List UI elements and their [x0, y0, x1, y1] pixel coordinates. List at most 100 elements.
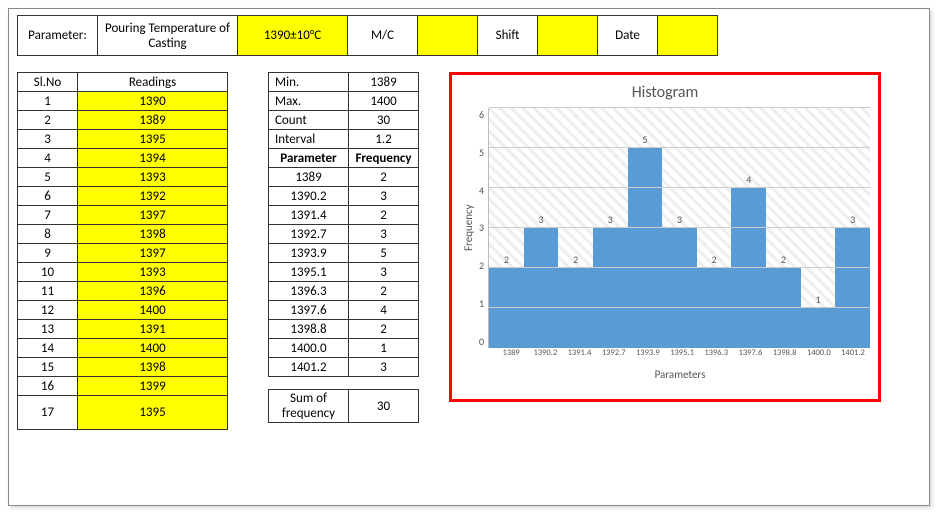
min-label: Min. [269, 73, 349, 92]
shift-value[interactable] [538, 16, 598, 56]
readings-header-slno: Sl.No [18, 73, 78, 92]
bin-freq: 3 [349, 263, 419, 282]
sum-value: 30 [349, 390, 419, 423]
date-label: Date [598, 16, 658, 56]
bin-param: 1390.2 [269, 187, 349, 206]
reading-slno: 6 [18, 187, 78, 206]
readings-table: Sl.No Readings 1139021389313954139451393… [17, 72, 228, 430]
stats-table: Min.1389 Max.1400 Count30 Interval1.2 Pa… [268, 72, 419, 377]
bin-param: 1400.0 [269, 339, 349, 358]
reading-slno: 5 [18, 168, 78, 187]
max-value: 1400 [349, 92, 419, 111]
chart-xtick: 1391.4 [562, 348, 596, 358]
chart-bar: 3 [593, 108, 628, 348]
shift-label: Shift [478, 16, 538, 56]
reading-value[interactable]: 1397 [78, 206, 228, 225]
bin-param: 1398.8 [269, 320, 349, 339]
max-label: Max. [269, 92, 349, 111]
bin-freq: 4 [349, 301, 419, 320]
date-value[interactable] [658, 16, 718, 56]
bin-param: 1392.7 [269, 225, 349, 244]
chart-bar: 2 [558, 108, 593, 348]
bin-freq: 2 [349, 282, 419, 301]
reading-value[interactable]: 1397 [78, 244, 228, 263]
chart-xtick: 1400.0 [802, 348, 836, 358]
reading-value[interactable]: 1395 [78, 396, 228, 430]
bin-param: 1395.1 [269, 263, 349, 282]
sum-table: Sum of frequency 30 [268, 389, 419, 423]
bin-freq: 3 [349, 187, 419, 206]
chart-xtick: 1397.6 [733, 348, 767, 358]
chart-xtick: 1390.2 [528, 348, 562, 358]
chart-bar: 3 [524, 108, 559, 348]
chart-xtick: 1398.8 [768, 348, 802, 358]
reading-value[interactable]: 1400 [78, 301, 228, 320]
reading-value[interactable]: 1395 [78, 130, 228, 149]
histogram-chart: Histogram Frequency 0123456 23235324213 … [449, 72, 881, 402]
chart-xtick: 1401.2 [836, 348, 870, 358]
reading-value[interactable]: 1396 [78, 282, 228, 301]
reading-value[interactable]: 1399 [78, 377, 228, 396]
chart-xtick: 1389 [494, 348, 528, 358]
reading-slno: 12 [18, 301, 78, 320]
chart-ylabel: Frequency [460, 108, 477, 348]
chart-xlabel: Parameters [460, 368, 870, 381]
reading-slno: 4 [18, 149, 78, 168]
parameter-name: Pouring Temperature of Casting [98, 16, 238, 56]
chart-bar: 2 [489, 108, 524, 348]
reading-slno: 1 [18, 92, 78, 111]
reading-slno: 15 [18, 358, 78, 377]
chart-bar: 2 [697, 108, 732, 348]
bin-param: 1396.3 [269, 282, 349, 301]
bin-freq: 2 [349, 168, 419, 187]
reading-slno: 13 [18, 320, 78, 339]
chart-bar: 2 [766, 108, 801, 348]
reading-value[interactable]: 1393 [78, 168, 228, 187]
bin-freq: 3 [349, 358, 419, 377]
parameter-value[interactable]: 1390±10°C [238, 16, 348, 56]
parameter-label: Parameter: [18, 16, 98, 56]
reading-value[interactable]: 1400 [78, 339, 228, 358]
bin-freq: 1 [349, 339, 419, 358]
reading-value[interactable]: 1394 [78, 149, 228, 168]
reading-slno: 10 [18, 263, 78, 282]
chart-bar: 3 [662, 108, 697, 348]
bin-header-freq: Frequency [349, 149, 419, 168]
chart-plot-area: 23235324213 [488, 108, 870, 348]
chart-xtick: 1396.3 [699, 348, 733, 358]
readings-header-read: Readings [78, 73, 228, 92]
reading-value[interactable]: 1398 [78, 358, 228, 377]
interval-label: Interval [269, 130, 349, 149]
chart-yaxis: 0123456 [477, 108, 488, 348]
reading-slno: 14 [18, 339, 78, 358]
reading-value[interactable]: 1392 [78, 187, 228, 206]
mc-value[interactable] [418, 16, 478, 56]
chart-xaxis: 13891390.21391.41392.71393.91395.11396.3… [494, 348, 870, 358]
bin-freq: 2 [349, 206, 419, 225]
sum-label: Sum of frequency [269, 390, 349, 423]
chart-xtick: 1393.9 [631, 348, 665, 358]
bin-param: 1401.2 [269, 358, 349, 377]
reading-slno: 7 [18, 206, 78, 225]
reading-value[interactable]: 1391 [78, 320, 228, 339]
chart-title: Histogram [460, 83, 870, 102]
reading-slno: 3 [18, 130, 78, 149]
chart-xtick: 1392.7 [597, 348, 631, 358]
bin-param: 1391.4 [269, 206, 349, 225]
interval-value: 1.2 [349, 130, 419, 149]
chart-bar: 3 [835, 108, 870, 348]
parameter-header: Parameter: Pouring Temperature of Castin… [17, 15, 718, 56]
bin-header-param: Parameter [269, 149, 349, 168]
reading-value[interactable]: 1393 [78, 263, 228, 282]
reading-value[interactable]: 1398 [78, 225, 228, 244]
reading-value[interactable]: 1390 [78, 92, 228, 111]
reading-slno: 9 [18, 244, 78, 263]
bin-freq: 2 [349, 320, 419, 339]
chart-bar: 4 [731, 108, 766, 348]
reading-slno: 17 [18, 396, 78, 430]
bin-param: 1393.9 [269, 244, 349, 263]
mc-label: M/C [348, 16, 418, 56]
reading-value[interactable]: 1389 [78, 111, 228, 130]
bin-param: 1397.6 [269, 301, 349, 320]
min-value: 1389 [349, 73, 419, 92]
